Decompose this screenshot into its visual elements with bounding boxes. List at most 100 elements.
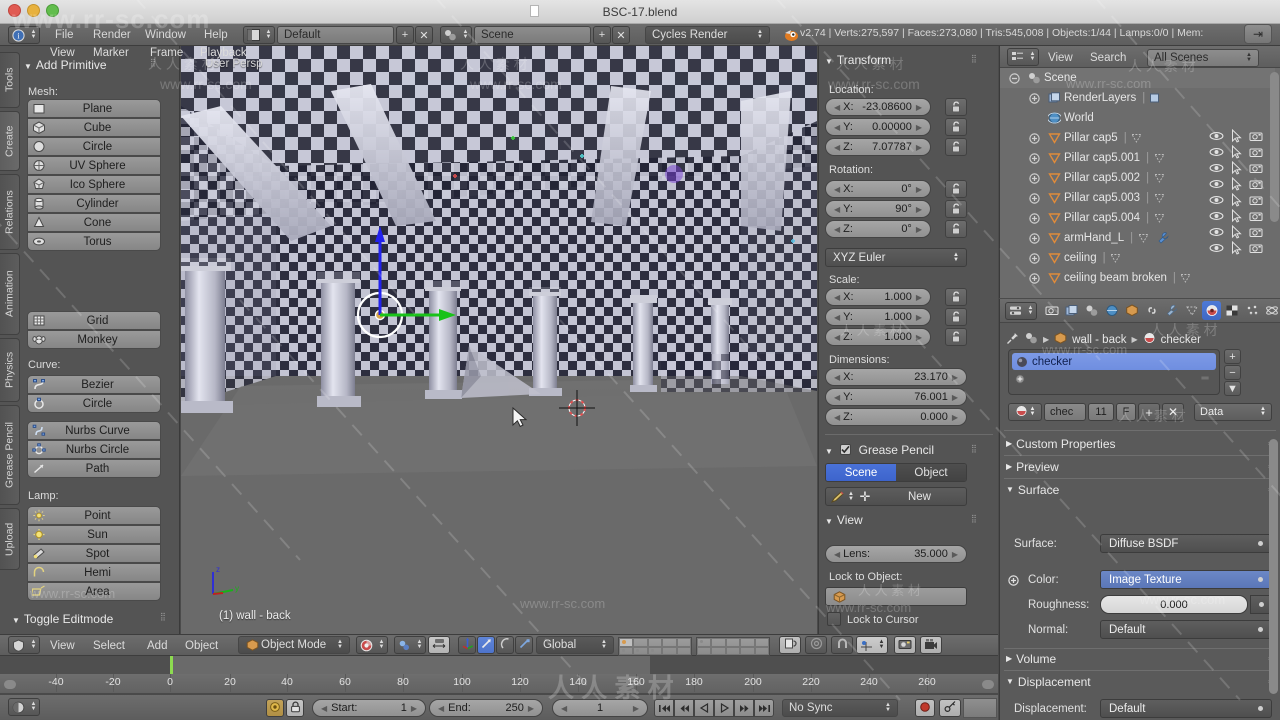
renderability-camera-icon[interactable]: [1246, 208, 1266, 224]
properties-tab-modifiers[interactable]: [1162, 301, 1181, 320]
renderability-camera-icon[interactable]: [1246, 176, 1266, 192]
lock-location-z-button[interactable]: [945, 138, 967, 156]
timeline-scroll-left-handle[interactable]: [4, 680, 16, 689]
expand-plus-icon[interactable]: [1024, 90, 1044, 106]
new-material-button[interactable]: +: [1138, 403, 1160, 421]
layer-cell[interactable]: [697, 646, 712, 655]
add-slot-icon[interactable]: [1012, 373, 1028, 384]
renderability-camera-icon[interactable]: [1246, 192, 1266, 208]
jump-to-end-button[interactable]: [754, 699, 774, 717]
manipulator-move-button[interactable]: [477, 636, 495, 654]
delete-screen-layout-button[interactable]: ✕: [415, 26, 433, 44]
tab-tools[interactable]: Tools: [0, 52, 20, 108]
restriction-toggles-column[interactable]: [1206, 128, 1266, 256]
lock-rotation-y-button[interactable]: [945, 200, 967, 218]
timeline-menu-frame[interactable]: Frame: [150, 44, 183, 62]
visibility-eye-icon[interactable]: [1206, 128, 1226, 144]
outliner-row-renderlayers[interactable]: RenderLayers |: [1000, 88, 1275, 108]
surface-shader-dropdown[interactable]: Diffuse BSDF: [1100, 534, 1272, 553]
expand-plus-icon[interactable]: [1024, 170, 1044, 186]
scale-x-field[interactable]: ◀ X: 1.000 ▶: [825, 288, 931, 306]
collapse-header-button[interactable]: ⇥: [1244, 24, 1272, 44]
outliner-display-mode-dropdown[interactable]: All Scenes ▲ ▼: [1147, 49, 1259, 67]
scene-layers-grid[interactable]: [618, 637, 692, 656]
browse-material-button[interactable]: ▲ ▼: [1008, 403, 1042, 421]
outliner-tree[interactable]: Scene RenderLayers | World Pillar cap5 |: [1000, 68, 1280, 298]
roughness-slider[interactable]: 0.000: [1100, 595, 1248, 614]
screen-layout-name[interactable]: Default: [277, 26, 394, 44]
render-image-button[interactable]: [894, 636, 916, 654]
scene-selector[interactable]: ▲ ▼: [440, 26, 472, 44]
properties-tab-world[interactable]: [1102, 301, 1121, 320]
layer-cell[interactable]: [619, 638, 634, 647]
expand-plus-icon[interactable]: [1024, 210, 1044, 226]
scene-icon[interactable]: [1025, 332, 1038, 347]
viewport-menu-select[interactable]: Select: [93, 638, 125, 654]
add-ico-sphere-button[interactable]: Ico Sphere: [27, 175, 161, 194]
rotation-x-field[interactable]: ◀ X: 0° ▶: [825, 180, 931, 198]
sync-mode-dropdown[interactable]: No Sync ▲ ▼: [782, 699, 898, 717]
visibility-eye-icon[interactable]: [1206, 176, 1226, 192]
expand-plus-icon[interactable]: [1024, 250, 1044, 266]
material-slot-row[interactable]: checker: [1012, 353, 1216, 370]
fake-user-button[interactable]: F: [1116, 403, 1136, 421]
expand-color-socket-icon[interactable]: [1008, 575, 1019, 589]
visibility-eye-icon[interactable]: [1206, 208, 1226, 224]
play-reverse-button[interactable]: [694, 699, 714, 717]
record-button[interactable]: [915, 699, 935, 717]
properties-tab-scene[interactable]: [1082, 301, 1101, 320]
outliner-menu-view[interactable]: View: [1048, 50, 1073, 66]
location-x-field[interactable]: ◀ X: -23.08600 ▶: [825, 98, 931, 116]
add-screen-layout-button[interactable]: +: [396, 26, 414, 44]
selectability-cursor-icon[interactable]: [1226, 160, 1246, 176]
lock-location-x-button[interactable]: [945, 98, 967, 116]
renderability-camera-icon[interactable]: [1246, 128, 1266, 144]
layer-cell[interactable]: [633, 638, 648, 647]
material-specials-menu[interactable]: ▼: [1224, 381, 1241, 396]
lock-to-cursor-checkbox[interactable]: [827, 612, 841, 626]
properties-tab-constraints[interactable]: [1142, 301, 1161, 320]
section-custom-properties[interactable]: ▶ Custom Properties ═: [1006, 434, 1274, 453]
view-panel-header[interactable]: ▼ View: [825, 512, 863, 529]
displacement-input-dropdown[interactable]: Default: [1100, 699, 1272, 718]
location-y-field[interactable]: ◀ Y: 0.00000 ▶: [825, 118, 931, 136]
manipulator-toggle-button[interactable]: [428, 636, 450, 654]
properties-tab-particles[interactable]: [1242, 301, 1261, 320]
add-lamp-sun-button[interactable]: Sun: [27, 525, 161, 544]
interaction-mode-dropdown[interactable]: Object Mode ▲ ▼: [238, 636, 350, 654]
selectability-cursor-icon[interactable]: [1226, 192, 1246, 208]
material-slot-list[interactable]: checker ═: [1008, 349, 1220, 395]
frame-end-field[interactable]: ◀ End: 250 ▶: [429, 699, 543, 717]
tab-upload[interactable]: Upload: [0, 508, 20, 570]
selectability-cursor-icon[interactable]: [1226, 128, 1246, 144]
add-circle-button[interactable]: Circle: [27, 137, 161, 156]
layer-cell[interactable]: [662, 646, 677, 655]
properties-tab-physics[interactable]: [1262, 301, 1280, 320]
visibility-eye-icon[interactable]: [1206, 160, 1226, 176]
color-input-dropdown[interactable]: Image Texture: [1100, 570, 1272, 589]
lock-scale-x-button[interactable]: [945, 288, 967, 306]
remove-material-slot-button[interactable]: −: [1224, 365, 1241, 380]
layer-cell[interactable]: [740, 638, 755, 647]
transform-orientation-dropdown[interactable]: Global ▲ ▼: [536, 636, 614, 654]
gp-object-button[interactable]: Object: [896, 464, 966, 481]
layer-cell[interactable]: [697, 638, 712, 647]
section-volume[interactable]: ▶ Volume ═: [1006, 649, 1274, 668]
snap-toggle-button[interactable]: [831, 636, 853, 654]
viewport-menu-view[interactable]: View: [50, 638, 75, 654]
next-keyframe-button[interactable]: [734, 699, 754, 717]
timeline-menu-marker[interactable]: Marker: [93, 44, 129, 62]
timeline-menu-playback[interactable]: Playback: [200, 44, 247, 62]
dimensions-x-field[interactable]: ◀ X: 23.170 ▶: [825, 368, 967, 386]
rotation-z-field[interactable]: ◀ Z: 0° ▶: [825, 220, 931, 238]
tab-animation[interactable]: Animation: [0, 253, 20, 335]
location-z-field[interactable]: ◀ Z: 7.07787 ▶: [825, 138, 931, 156]
outliner-row-scene[interactable]: Scene: [1000, 68, 1275, 88]
grease-pencil-source-toggle[interactable]: Scene Object: [825, 463, 967, 482]
selectability-cursor-icon[interactable]: [1226, 144, 1246, 160]
properties-tab-texture[interactable]: [1222, 301, 1241, 320]
material-name-field[interactable]: chec: [1044, 403, 1086, 421]
render-engine-selector[interactable]: Cycles Render ▲ ▼: [645, 26, 770, 44]
screen-layout-selector[interactable]: ▲ ▼: [243, 26, 275, 44]
play-button[interactable]: [714, 699, 734, 717]
